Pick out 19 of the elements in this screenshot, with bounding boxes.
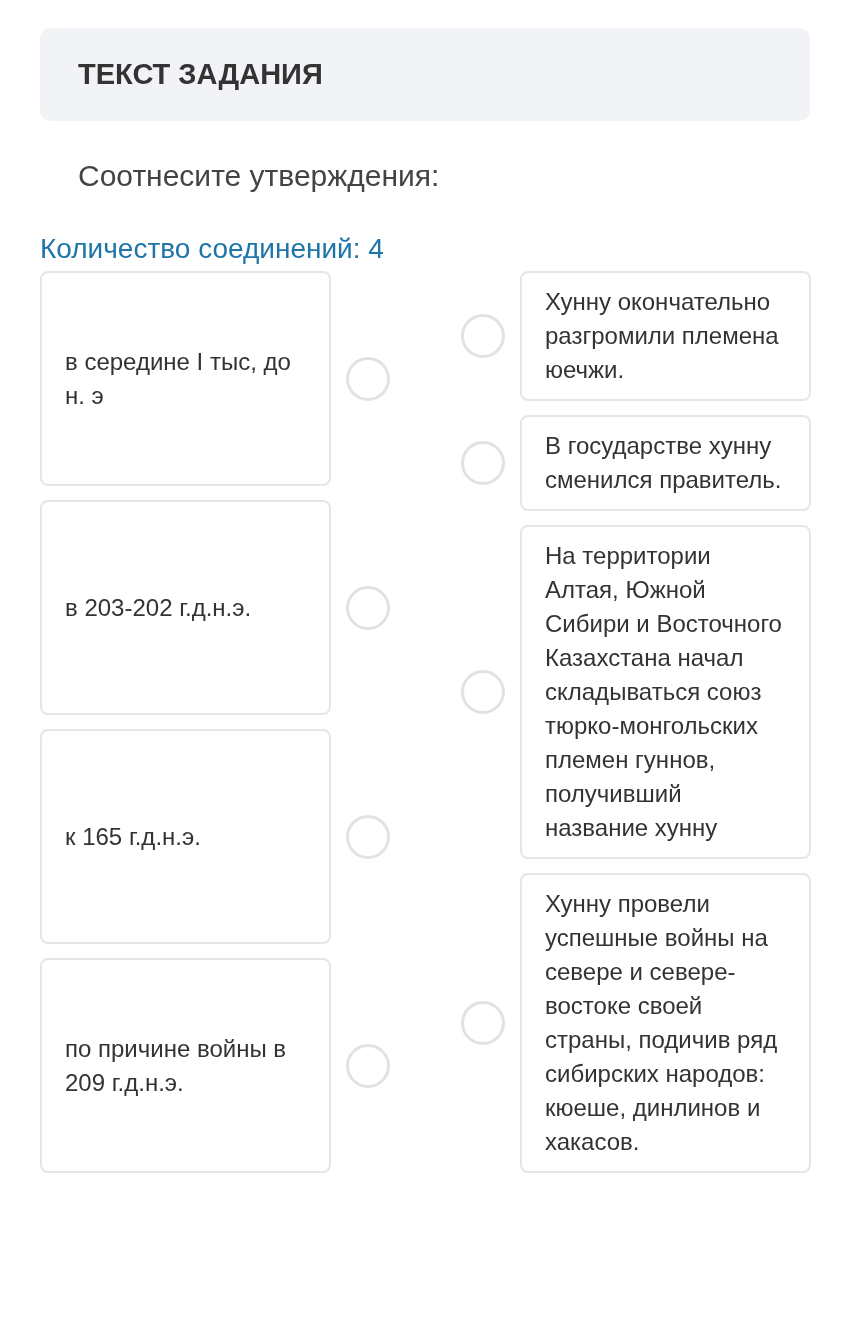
connection-dot[interactable] bbox=[346, 814, 390, 859]
connection-dot[interactable] bbox=[461, 314, 505, 358]
connection-dot[interactable] bbox=[346, 585, 390, 630]
statement-card[interactable]: к 165 г.д.н.э. bbox=[40, 729, 331, 944]
connection-dot[interactable] bbox=[461, 670, 505, 714]
task-prompt: Соотнесите утверждения: bbox=[78, 159, 441, 193]
statement-card[interactable]: Хунну провели успешные войны на севере и севере-востоке своей страны, подичив ряд сибирских народов: кюеше, динлинов и хакасов. bbox=[520, 873, 811, 1173]
connection-dot[interactable] bbox=[346, 356, 390, 401]
statement-card[interactable]: На территории Алтая, Южной Сибири и Восточного Казахстана начал складываться союз тюрко-монгольских племен гуннов, получивший название хунну bbox=[520, 525, 811, 859]
connection-dot[interactable] bbox=[461, 1001, 505, 1045]
connection-dot[interactable] bbox=[346, 1043, 390, 1088]
statement-card[interactable]: в 203-202 г.д.н.э. bbox=[40, 500, 331, 715]
statement-card[interactable]: по причине войны в 209 г.д.н.э. bbox=[40, 958, 331, 1173]
connection-dot[interactable] bbox=[461, 441, 505, 485]
connections-count: Количество соединений: 4 bbox=[40, 233, 385, 265]
statement-card[interactable]: Хунну окончательно разгромили племена юечжи. bbox=[520, 271, 811, 401]
task-header-title: ТЕКСТ ЗАДАНИЯ bbox=[78, 58, 324, 91]
statement-card[interactable]: в середине I тыс, до н. э bbox=[40, 271, 331, 486]
statement-card[interactable]: В государстве хунну сменился правитель. bbox=[520, 415, 811, 511]
